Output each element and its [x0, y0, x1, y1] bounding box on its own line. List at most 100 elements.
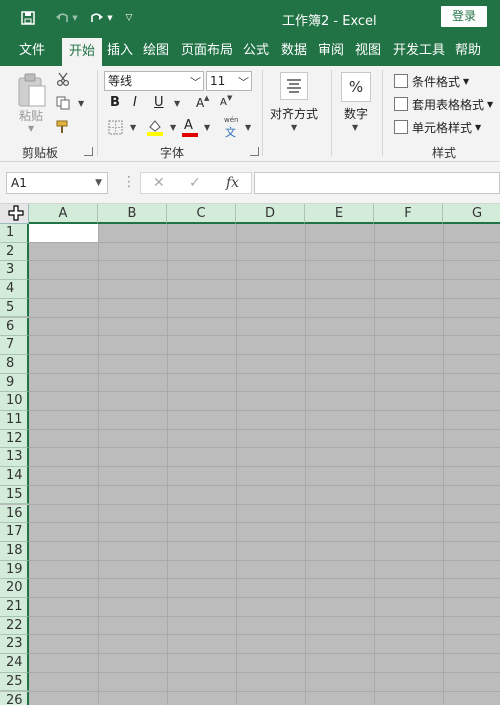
row-header-13[interactable]: 13	[0, 448, 29, 468]
grid-row-line	[29, 653, 500, 655]
name-box-dropdown-icon[interactable]: ▼	[95, 173, 102, 193]
row-header-5[interactable]: 5	[0, 298, 29, 318]
underline-button[interactable]: U	[154, 95, 164, 110]
column-header-f[interactable]: F	[374, 204, 443, 224]
row-header-1[interactable]: 1	[0, 224, 29, 243]
column-header-b[interactable]: B	[98, 204, 167, 224]
column-header-d[interactable]: D	[236, 204, 305, 224]
row-header-21[interactable]: 21	[0, 598, 29, 617]
shrink-font-button[interactable]: A	[220, 97, 227, 108]
tab-home[interactable]: 开始	[62, 38, 102, 66]
bold-button[interactable]: B	[110, 95, 120, 110]
name-box[interactable]: A1 ▼	[6, 172, 108, 194]
cut-icon[interactable]	[56, 72, 72, 88]
format-as-table-button[interactable]: 套用表格格式 ▼	[394, 93, 493, 115]
copy-icon[interactable]	[56, 96, 72, 112]
alignment-dropdown-icon[interactable]: ▼	[291, 123, 297, 132]
font-name-combo[interactable]: 等线	[104, 71, 204, 91]
fill-color-icon[interactable]	[146, 118, 164, 136]
row-header-20[interactable]: 20	[0, 579, 29, 598]
save-icon[interactable]	[18, 8, 38, 28]
number-format-icon[interactable]: %	[341, 72, 371, 102]
row-header-25[interactable]: 25	[0, 672, 29, 692]
phonetic-dropdown-icon[interactable]: ▼	[245, 123, 251, 132]
formula-bar-more-icon[interactable]: ⋮	[122, 174, 136, 190]
row-header-15[interactable]: 15	[0, 485, 29, 505]
row-header-8[interactable]: 8	[0, 354, 29, 374]
tab-data[interactable]: 数据	[278, 36, 310, 66]
font-color-dropdown-icon[interactable]: ▼	[204, 123, 210, 132]
alignment-button[interactable]: 对齐方式	[270, 105, 318, 122]
worksheet-grid[interactable]: ABCDEFG 1 2 3 4 5 6 7 8 9 10 11 12 13 14 15 16 17 18 19 20 2…	[0, 204, 500, 705]
row-header-9[interactable]: 9	[0, 373, 29, 393]
row-header-6[interactable]: 6	[0, 317, 29, 337]
row-header-14[interactable]: 14	[0, 467, 29, 486]
paste-button[interactable]: 粘贴	[19, 107, 43, 124]
format-painter-icon[interactable]	[56, 120, 72, 136]
font-launcher-icon[interactable]	[250, 147, 259, 156]
row-header-10[interactable]: 10	[0, 392, 29, 411]
grid-row-line	[29, 372, 500, 374]
conditional-formatting-button[interactable]: 条件格式 ▼	[394, 70, 469, 92]
row-header-7[interactable]: 7	[0, 336, 29, 355]
tab-file[interactable]: 文件	[12, 36, 52, 66]
copy-dropdown-icon[interactable]: ▼	[78, 99, 84, 108]
column-header-a[interactable]: A	[29, 204, 98, 224]
column-header-e[interactable]: E	[305, 204, 374, 224]
font-size-dropdown-icon[interactable]: ﹀	[238, 74, 249, 90]
cancel-icon[interactable]: ✕	[153, 175, 165, 191]
tab-page-layout[interactable]: 页面布局	[178, 36, 236, 66]
italic-button[interactable]: I	[133, 95, 137, 110]
number-button[interactable]: 数字	[344, 105, 368, 122]
login-button[interactable]: 登录	[441, 6, 487, 27]
row-header-24[interactable]: 24	[0, 654, 29, 673]
row-header-17[interactable]: 17	[0, 523, 29, 542]
column-header-g[interactable]: G	[443, 204, 500, 224]
column-header-c[interactable]: C	[167, 204, 236, 224]
undo-dropdown-icon[interactable]: ▼	[70, 8, 80, 28]
paste-dropdown-icon[interactable]: ▼	[28, 124, 34, 133]
select-all-corner[interactable]	[0, 204, 29, 224]
tab-draw[interactable]: 绘图	[140, 36, 172, 66]
row-header-12[interactable]: 12	[0, 429, 29, 449]
row-header-3[interactable]: 3	[0, 261, 29, 281]
undo-icon[interactable]	[52, 8, 72, 28]
insert-function-icon[interactable]: fx	[226, 175, 239, 191]
row-header-4[interactable]: 4	[0, 280, 29, 299]
row-header-23[interactable]: 23	[0, 635, 29, 655]
clipboard-launcher-icon[interactable]	[84, 147, 93, 156]
paste-icon[interactable]	[16, 72, 50, 112]
row-header-16[interactable]: 16	[0, 504, 29, 524]
cell-a1[interactable]	[29, 224, 98, 242]
tab-view[interactable]: 视图	[352, 36, 384, 66]
font-color-button[interactable]: A	[184, 118, 193, 133]
tab-insert[interactable]: 插入	[104, 36, 136, 66]
redo-dropdown-icon[interactable]: ▼	[105, 8, 115, 28]
number-dropdown-icon[interactable]: ▼	[352, 123, 358, 132]
grow-font-button[interactable]: A	[196, 96, 204, 110]
underline-dropdown-icon[interactable]: ▼	[174, 99, 180, 108]
grid-row-line	[29, 615, 500, 617]
row-header-18[interactable]: 18	[0, 541, 29, 561]
row-header-22[interactable]: 22	[0, 616, 29, 636]
enter-icon[interactable]: ✓	[189, 175, 201, 191]
tab-review[interactable]: 审阅	[315, 36, 347, 66]
alignment-icon[interactable]	[280, 72, 308, 100]
tab-formulas[interactable]: 公式	[240, 36, 272, 66]
tab-help[interactable]: 帮助	[452, 36, 484, 66]
row-header-11[interactable]: 11	[0, 411, 29, 430]
fill-color-dropdown-icon[interactable]: ▼	[170, 123, 176, 132]
border-dropdown-icon[interactable]: ▼	[130, 123, 136, 132]
row-header-26[interactable]: 26	[0, 691, 29, 705]
customize-qat-icon[interactable]: ▽	[122, 8, 136, 28]
grid-column-line	[98, 224, 99, 705]
tab-developer[interactable]: 开发工具	[390, 36, 448, 66]
row-header-2[interactable]: 2	[0, 242, 29, 262]
formula-input[interactable]	[254, 172, 500, 194]
border-icon[interactable]	[108, 120, 124, 136]
font-name-dropdown-icon[interactable]: ﹀	[190, 74, 201, 90]
redo-icon[interactable]	[87, 8, 107, 28]
phonetic-guide-button[interactable]: 文	[225, 124, 236, 140]
cell-styles-button[interactable]: 单元格样式 ▼	[394, 116, 481, 138]
row-header-19[interactable]: 19	[0, 560, 29, 580]
